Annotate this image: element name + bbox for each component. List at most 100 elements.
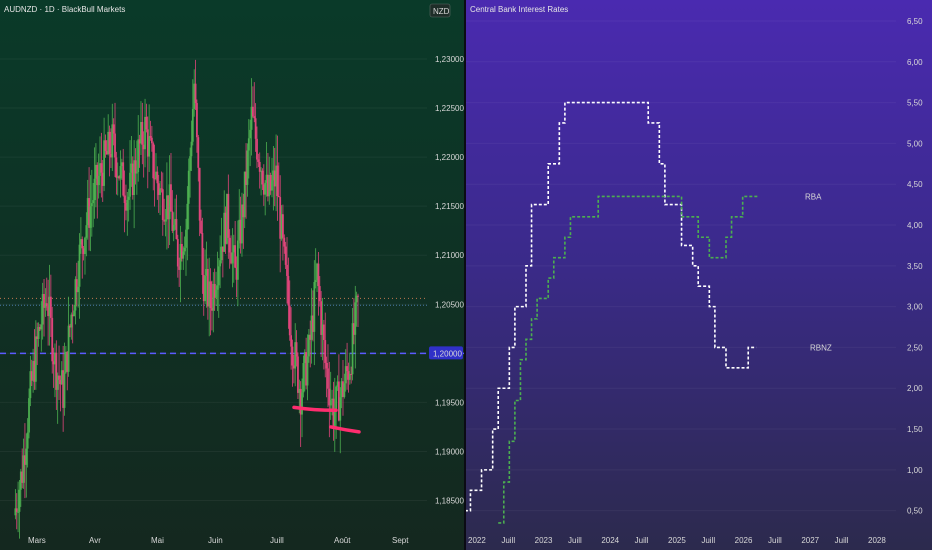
candle-body: [182, 251, 185, 259]
x-tick-label: Août: [334, 536, 351, 545]
candle-body: [234, 245, 237, 268]
candle-body: [246, 150, 249, 185]
price-label: 1,20000: [433, 349, 462, 358]
candle-body: [51, 317, 54, 362]
candle-body: [236, 240, 239, 280]
y-tick-label: 1,23000: [435, 55, 464, 64]
x-tick-label: Juill: [270, 536, 284, 545]
x-tick-label: Juill: [835, 536, 849, 545]
candle-body: [324, 340, 327, 363]
candle-body: [45, 303, 48, 307]
candle-body: [15, 508, 18, 512]
y-tick-label: 1,19000: [435, 447, 464, 456]
x-tick-label: Juin: [208, 536, 223, 545]
candle-body: [227, 193, 230, 238]
candle-body: [190, 141, 193, 157]
candle-body: [282, 214, 284, 238]
candle-body: [156, 171, 159, 184]
candle-body: [90, 203, 93, 207]
candle-body: [148, 136, 151, 157]
candle-body: [251, 106, 254, 117]
candle-body: [187, 170, 190, 204]
candle-body: [34, 336, 37, 382]
y-tick-label: 1,21500: [435, 202, 464, 211]
y-tick-label: 1,50: [907, 425, 923, 434]
candle-body: [271, 180, 273, 191]
candle-body: [291, 346, 294, 366]
candle-body: [204, 275, 207, 302]
candle-body: [329, 400, 332, 406]
candle-body: [129, 172, 131, 197]
candle-body: [198, 167, 201, 221]
y-tick-label: 5,00: [907, 139, 923, 148]
candle-body: [333, 410, 336, 427]
candle-body: [176, 239, 179, 267]
candle-body: [261, 170, 264, 185]
candle-body: [335, 386, 338, 411]
rba-series-line: [498, 195, 759, 524]
y-tick-label: 1,18500: [435, 497, 464, 506]
candle-body: [256, 138, 258, 160]
candle-body: [327, 368, 329, 389]
candle-body: [84, 237, 86, 255]
candle-body: [161, 189, 164, 221]
candle-body: [160, 188, 163, 190]
candle-body: [67, 325, 70, 372]
y-tick-label: 4,50: [907, 180, 923, 189]
x-tick-label: Mai: [151, 536, 164, 545]
candle-body: [78, 244, 81, 287]
candle-body: [228, 237, 231, 253]
y-tick-label: 1,00: [907, 466, 923, 475]
candle-body: [258, 161, 261, 172]
candle-body: [277, 196, 280, 198]
candle-body: [81, 239, 84, 249]
x-tick-label: Juill: [768, 536, 782, 545]
x-tick-label: 2023: [535, 536, 553, 545]
candle-body: [301, 392, 303, 415]
y-tick-label: 0,50: [907, 507, 923, 516]
candle-body: [200, 220, 202, 234]
x-tick-label: Mars: [28, 536, 46, 545]
y-tick-label: 1,21000: [435, 251, 464, 260]
candle-body: [189, 156, 191, 171]
x-tick-label: 2022: [468, 536, 486, 545]
candle-body: [100, 163, 103, 173]
candle-body: [152, 143, 155, 179]
y-tick-label: 1,22500: [435, 104, 464, 113]
candle-body: [115, 157, 118, 178]
x-tick-label: Avr: [89, 536, 101, 545]
candle-body: [339, 397, 342, 421]
candle-body: [306, 356, 309, 386]
candle-body: [127, 196, 130, 200]
y-tick-label: 1,19500: [435, 398, 464, 407]
candle-body: [247, 138, 250, 151]
candlestick-chart[interactable]: AUDNZD · 1D · BlackBull Markets NZD 1,1850…: [0, 0, 464, 550]
candle-body: [175, 219, 178, 240]
candle-body: [322, 324, 325, 341]
y-tick-label: 6,50: [907, 17, 923, 26]
x-tick-label: 2024: [601, 536, 619, 545]
candle-body: [73, 310, 75, 317]
candle-body: [114, 133, 116, 158]
candle-body: [104, 140, 107, 151]
y-tick-label: 2,50: [907, 343, 923, 352]
candle-body: [150, 137, 153, 144]
candle-body: [186, 203, 189, 230]
x-tick-label: Juill: [501, 536, 515, 545]
x-tick-label: Juill: [635, 536, 649, 545]
candle-body: [286, 264, 288, 276]
candle-body: [219, 260, 222, 267]
interest-rate-chart[interactable]: RBA RBNZ Central Bank Interest Rates 0,50 1,…: [466, 0, 932, 550]
candle-body: [183, 247, 186, 252]
candle-body: [191, 108, 194, 142]
candle-body: [290, 335, 293, 347]
candle-body: [346, 366, 348, 372]
chart-title: AUDNZD · 1D · BlackBull Markets: [4, 5, 125, 14]
candle-body: [97, 175, 100, 186]
candle-body: [231, 252, 234, 264]
candle-body: [197, 137, 200, 168]
candle-body: [18, 489, 21, 512]
candle-body: [287, 275, 290, 306]
y-tick-label: 3,50: [907, 262, 923, 271]
candle-body: [26, 432, 29, 449]
